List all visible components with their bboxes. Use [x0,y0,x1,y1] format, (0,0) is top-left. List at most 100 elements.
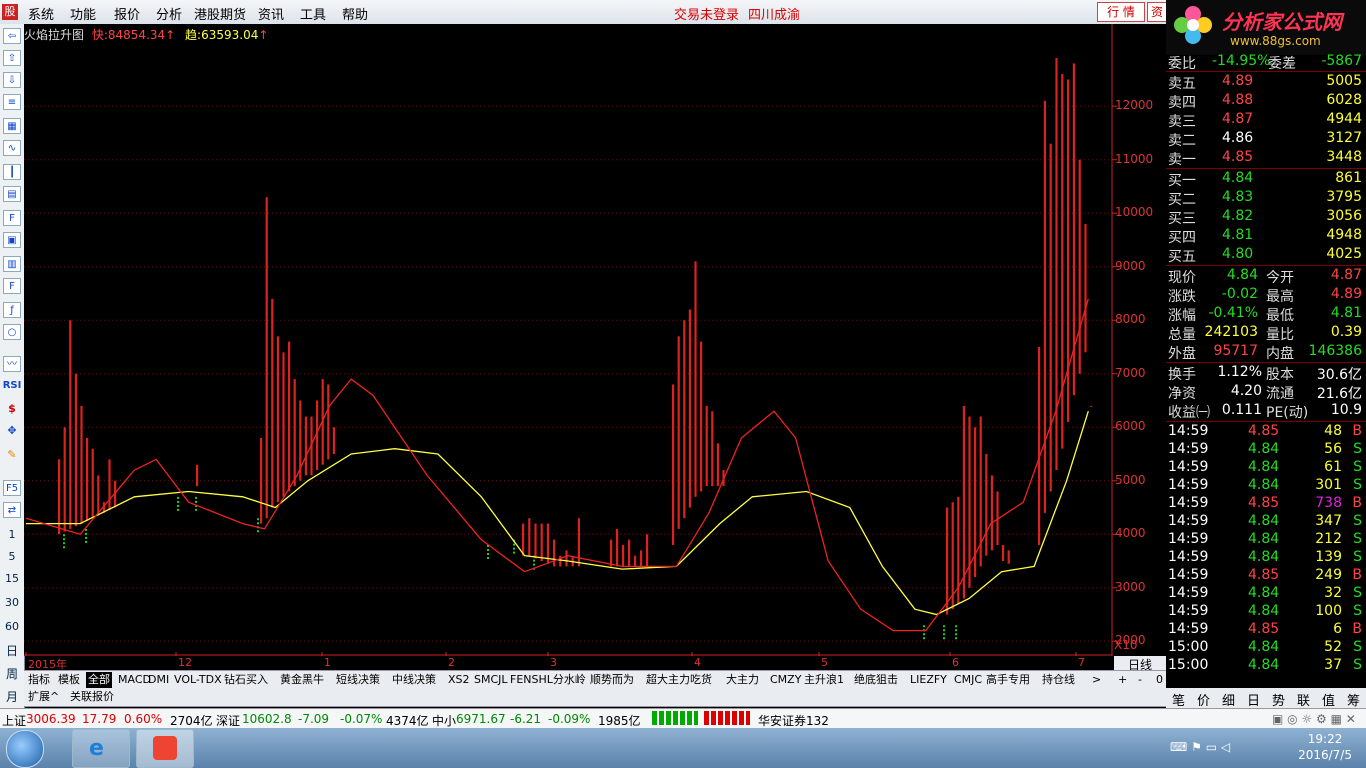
fund-label: 流通 [1266,386,1294,402]
period-5min[interactable]: 5 [2,550,22,563]
market-button[interactable]: 行 情 [1097,2,1145,22]
indicator-tab[interactable]: 绝底狙击 [852,672,900,688]
menu-function[interactable]: 功能 [70,4,96,23]
wave-icon[interactable]: 〰 [3,356,21,372]
tick-time: 15:00 [1168,657,1209,673]
menu-hk-futures[interactable]: 港股期货 [194,4,246,23]
indicator-tab[interactable]: 大主力 [724,672,761,688]
window-icon[interactable]: ▤ [3,186,21,202]
quote-list-icon[interactable]: ≡ [3,94,21,110]
line-chart-icon[interactable]: ∿ [3,140,21,156]
tick-side: S [1353,585,1362,601]
indicator-tab[interactable]: 模板 [56,672,82,688]
indicator-tab[interactable]: 高手专用 [984,672,1032,688]
panel-tab[interactable]: 日 [1247,690,1260,709]
tab-related-quote[interactable]: 关联报价 [68,689,116,705]
indicator-tab[interactable]: LIEZFY [908,672,949,688]
fund-label: 净资 [1168,386,1196,402]
indicator-tab[interactable]: 钻石买入 [222,672,270,688]
period-15min[interactable]: 15 [2,572,22,585]
tab-control-button[interactable]: + [1116,672,1129,688]
panel-tab[interactable]: 笔 [1172,690,1185,709]
indicator-tab[interactable]: 顺势而为 [588,672,636,688]
quote-value: -0.41% [1208,305,1258,321]
dollar-icon[interactable]: $ [2,402,22,415]
indicator-tab[interactable]: 持仓线 [1040,672,1077,688]
menu-help[interactable]: 帮助 [342,4,368,23]
buy-volume: 3056 [1326,208,1362,224]
indicator-tab[interactable]: 中线决策 [390,672,438,688]
indicator-tab[interactable]: > [1090,672,1103,688]
report-icon[interactable]: ▣ [3,232,21,248]
formula-icon[interactable]: ƒ [3,302,21,318]
indicator-tab[interactable]: DMI [146,672,171,688]
menu-tools[interactable]: 工具 [300,4,326,23]
quote-label: 现价 [1168,270,1196,286]
stock-app-taskbar-icon[interactable] [136,729,194,768]
period-60min[interactable]: 60 [2,620,22,633]
switch-icon[interactable]: ⇄ [3,502,21,518]
indicator-tab[interactable]: 黄金黑牛 [278,672,326,688]
taskbar-clock[interactable]: 19:22 2016/7/5 [1298,731,1352,763]
tab-control-button[interactable]: - [1136,672,1144,688]
indicator-tab[interactable]: FENSHL分水岭 [508,672,588,688]
chart-area[interactable]: 火焰拉升图 快:84854.34↑ 趋:63593.04↑ 2000 3000 40… [24,24,1166,673]
brand-banner: 分析家公式网 www.88gs.com [1166,0,1366,55]
up-arrow-icon[interactable]: ⇧ [3,50,21,66]
indicator-tab[interactable]: XS2 [446,672,472,688]
buy-row: 买三 4.82 3056 [1166,208,1366,227]
panel-tab[interactable]: 联 [1297,690,1310,709]
tick-row: 14:59 4.84 32 S [1166,585,1366,604]
indicator-tab[interactable]: 超大主力吃货 [644,672,714,688]
period-week[interactable]: 周 [2,665,22,682]
panel-tab[interactable]: 筹 [1347,690,1360,709]
menu-quote[interactable]: 报价 [114,4,140,23]
panel-tab[interactable]: 细 [1222,690,1235,709]
fund-label: PE(动) [1266,405,1309,421]
back-icon[interactable]: ⇦ [3,28,21,44]
panel-tab[interactable]: 值 [1322,690,1335,709]
period-30min[interactable]: 30 [2,596,22,609]
move-icon[interactable]: ✥ [2,424,22,437]
indicator-tab[interactable]: 主升浪1 [802,672,846,688]
indicator-tab[interactable]: SMCJL [472,672,510,688]
tab-control-button[interactable]: 0 [1154,672,1165,688]
kline-icon[interactable]: ┃ [3,164,21,180]
f12-icon[interactable]: F [3,278,21,294]
indicator-tab[interactable]: CMZY [768,672,803,688]
indicator-tab[interactable]: 指标 [26,672,52,688]
indicator-tab[interactable]: 短线决策 [334,672,382,688]
start-button-icon[interactable] [6,730,44,768]
down-arrow-icon[interactable]: ⇩ [3,72,21,88]
panel-tab[interactable]: 价 [1197,690,1210,709]
panel-tab[interactable]: 势 [1272,690,1285,709]
grid-icon[interactable]: ▦ [3,118,21,134]
tick-row: 14:59 4.84 347 S [1166,513,1366,532]
flame-bar [522,523,525,556]
menu-news[interactable]: 资讯 [258,4,284,23]
circle-icon[interactable]: ○ [3,324,21,340]
info-button[interactable]: 资 [1147,2,1167,22]
tick-price: 4.84 [1248,639,1280,655]
pencil-icon[interactable]: ✎ [2,448,22,461]
menu-system[interactable]: 系统 [28,4,54,23]
period-month[interactable]: 月 [2,688,22,705]
tab-extend[interactable]: 扩展^ [26,689,61,705]
period-1min[interactable]: 1 [2,528,22,541]
flame-bar [672,384,675,545]
f10-icon[interactable]: F [3,210,21,226]
indicator-tab[interactable]: CMJC [952,672,984,688]
menu-analysis[interactable]: 分析 [156,4,182,23]
status-tools-icon[interactable]: ▣ ◎ ☼ ⚙ ▦ ✕ [1272,712,1356,726]
ie-taskbar-icon[interactable]: e [72,729,130,768]
indicator-tab[interactable]: 全部 [86,672,112,688]
period-day[interactable]: 日 [2,642,22,659]
rsi-icon[interactable]: RSI [2,380,22,391]
f5-icon[interactable]: F5 [3,480,21,496]
flame-bar [293,379,296,487]
news-icon[interactable]: ▥ [3,256,21,272]
tray-icons[interactable]: ⌨ ⚑ ▭ ◁ [1170,740,1230,754]
sell-volume: 3127 [1326,130,1362,146]
date-axis-label: 4 [694,656,701,669]
indicator-tab[interactable]: VOL-TDX [172,672,224,688]
